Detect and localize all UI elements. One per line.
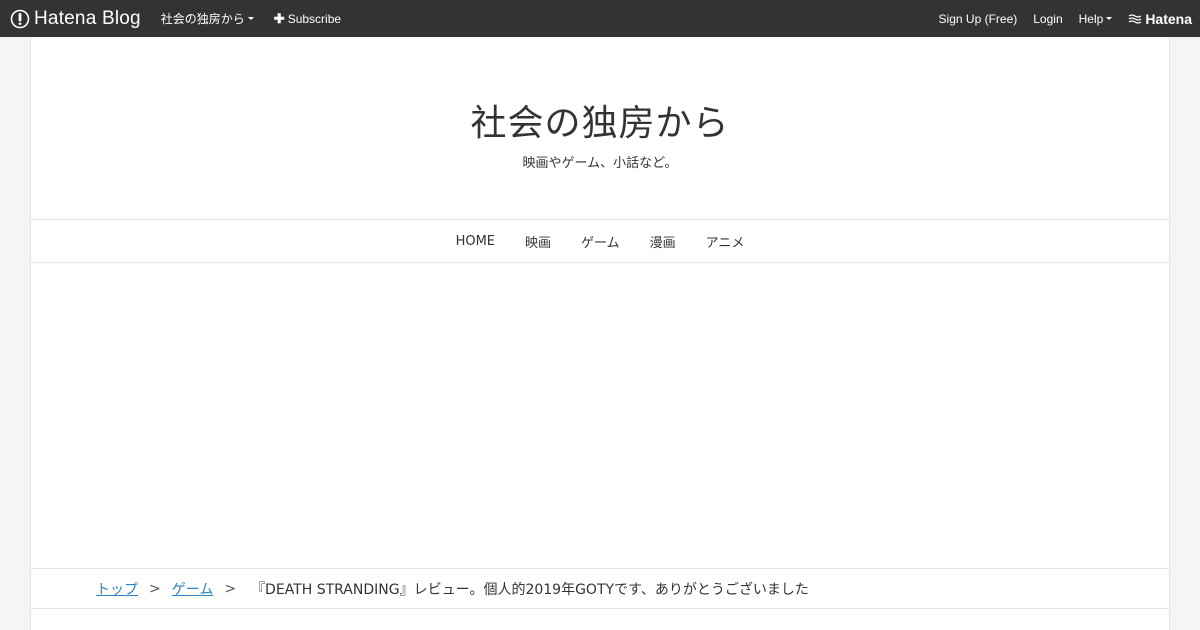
login-link[interactable]: Login <box>1033 12 1062 26</box>
blog-header: 社会の独房から 映画やゲーム、小話など。 <box>31 37 1169 220</box>
hatena-wave-icon <box>1128 13 1142 24</box>
global-nav: HOME 映画 ゲーム 漫画 アニメ <box>31 220 1169 263</box>
help-label: Help <box>1078 11 1104 26</box>
top-bar-left: Hatena Blog 社会の独房から ✚ Subscribe <box>0 0 341 37</box>
breadcrumb-separator: > <box>149 580 161 597</box>
breadcrumb-top-link[interactable]: トップ <box>96 579 138 599</box>
hatena-text: Hatena <box>1145 10 1192 27</box>
nav-item-anime[interactable]: アニメ <box>706 232 745 251</box>
nav-item-manga[interactable]: 漫画 <box>650 232 676 251</box>
blog-menu-dropdown[interactable]: 社会の独房から <box>161 10 254 27</box>
hatena-blog-logo[interactable]: Hatena Blog <box>10 8 141 30</box>
signup-link[interactable]: Sign Up (Free) <box>939 12 1018 26</box>
nav-item-games[interactable]: ゲーム <box>581 232 620 251</box>
ad-space <box>31 263 1169 569</box>
breadcrumb-separator: > <box>224 580 237 597</box>
breadcrumb: トップ > ゲーム > 『DEATH STRANDING』レビュー。個人的201… <box>31 569 1169 609</box>
subscribe-button[interactable]: ✚ Subscribe <box>274 11 341 27</box>
breadcrumb-current: 『DEATH STRANDING』レビュー。個人的2019年GOTYです、ありが… <box>251 581 809 598</box>
blog-menu-label: 社会の独房から <box>160 12 245 26</box>
caret-down-icon <box>1106 17 1113 20</box>
plus-icon: ✚ <box>273 10 285 26</box>
blog-description: 映画やゲーム、小話など。 <box>522 156 678 171</box>
nav-item-home[interactable]: HOME <box>456 234 495 249</box>
hatena-blog-icon <box>10 9 30 28</box>
help-dropdown[interactable]: Help <box>1079 12 1113 26</box>
subscribe-label: Subscribe <box>287 11 342 26</box>
blog-container: 社会の独房から 映画やゲーム、小話など。 HOME 映画 ゲーム 漫画 アニメ … <box>30 37 1170 630</box>
caret-down-icon <box>247 17 254 20</box>
blog-title[interactable]: 社会の独房から <box>31 94 1169 146</box>
hatena-logo[interactable]: Hatena <box>1128 11 1192 27</box>
top-bar-right: Sign Up (Free) Login Help Hatena <box>939 0 1200 37</box>
nav-item-movies[interactable]: 映画 <box>525 232 551 251</box>
breadcrumb-category-link[interactable]: ゲーム <box>172 579 214 599</box>
top-bar: Hatena Blog 社会の独房から ✚ Subscribe Sign Up … <box>0 0 1200 37</box>
brand-text: Hatena Blog <box>34 7 141 29</box>
